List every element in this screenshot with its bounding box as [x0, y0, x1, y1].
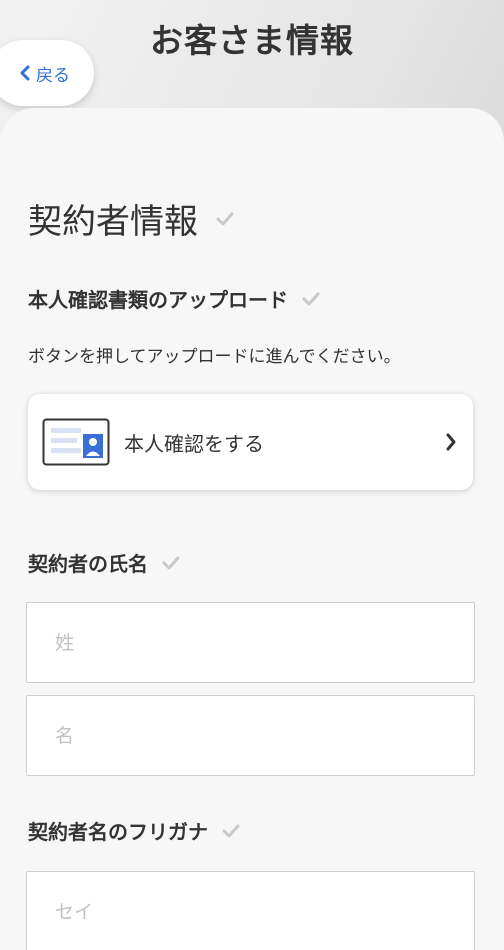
check-icon [162, 556, 180, 569]
last-name-input[interactable] [26, 602, 475, 683]
back-label: 戻る [36, 65, 70, 86]
kana-label: 契約者名のフリガナ [28, 816, 240, 845]
check-icon [216, 212, 234, 225]
id-card-icon [42, 418, 110, 466]
upload-label: 本人確認書類のアップロード [28, 284, 320, 313]
upload-description: ボタンを押してアップロードに進んでください。 [28, 347, 401, 367]
first-name-input[interactable] [26, 695, 475, 776]
name-label: 契約者の氏名 [28, 548, 180, 577]
last-name-kana-input[interactable] [26, 871, 475, 950]
header: お客さま情報 戻る [0, 0, 504, 120]
chevron-right-icon [446, 433, 456, 451]
identity-verification-button[interactable]: 本人確認をする [28, 394, 473, 490]
form-card: 契約者情報 本人確認書類のアップロード ボタンを押してアップロードに進んでくださ… [0, 108, 504, 950]
check-icon [302, 292, 320, 305]
identity-verification-label: 本人確認をする [124, 431, 264, 456]
upload-label-text: 本人確認書類のアップロード [28, 288, 288, 312]
check-icon [222, 824, 240, 837]
chevron-left-icon [20, 65, 30, 81]
section-title: 契約者情報 [28, 194, 234, 243]
section-title-text: 契約者情報 [28, 202, 198, 242]
back-button[interactable]: 戻る [0, 40, 94, 106]
kana-label-text: 契約者名のフリガナ [28, 820, 208, 844]
name-label-text: 契約者の氏名 [28, 552, 148, 576]
